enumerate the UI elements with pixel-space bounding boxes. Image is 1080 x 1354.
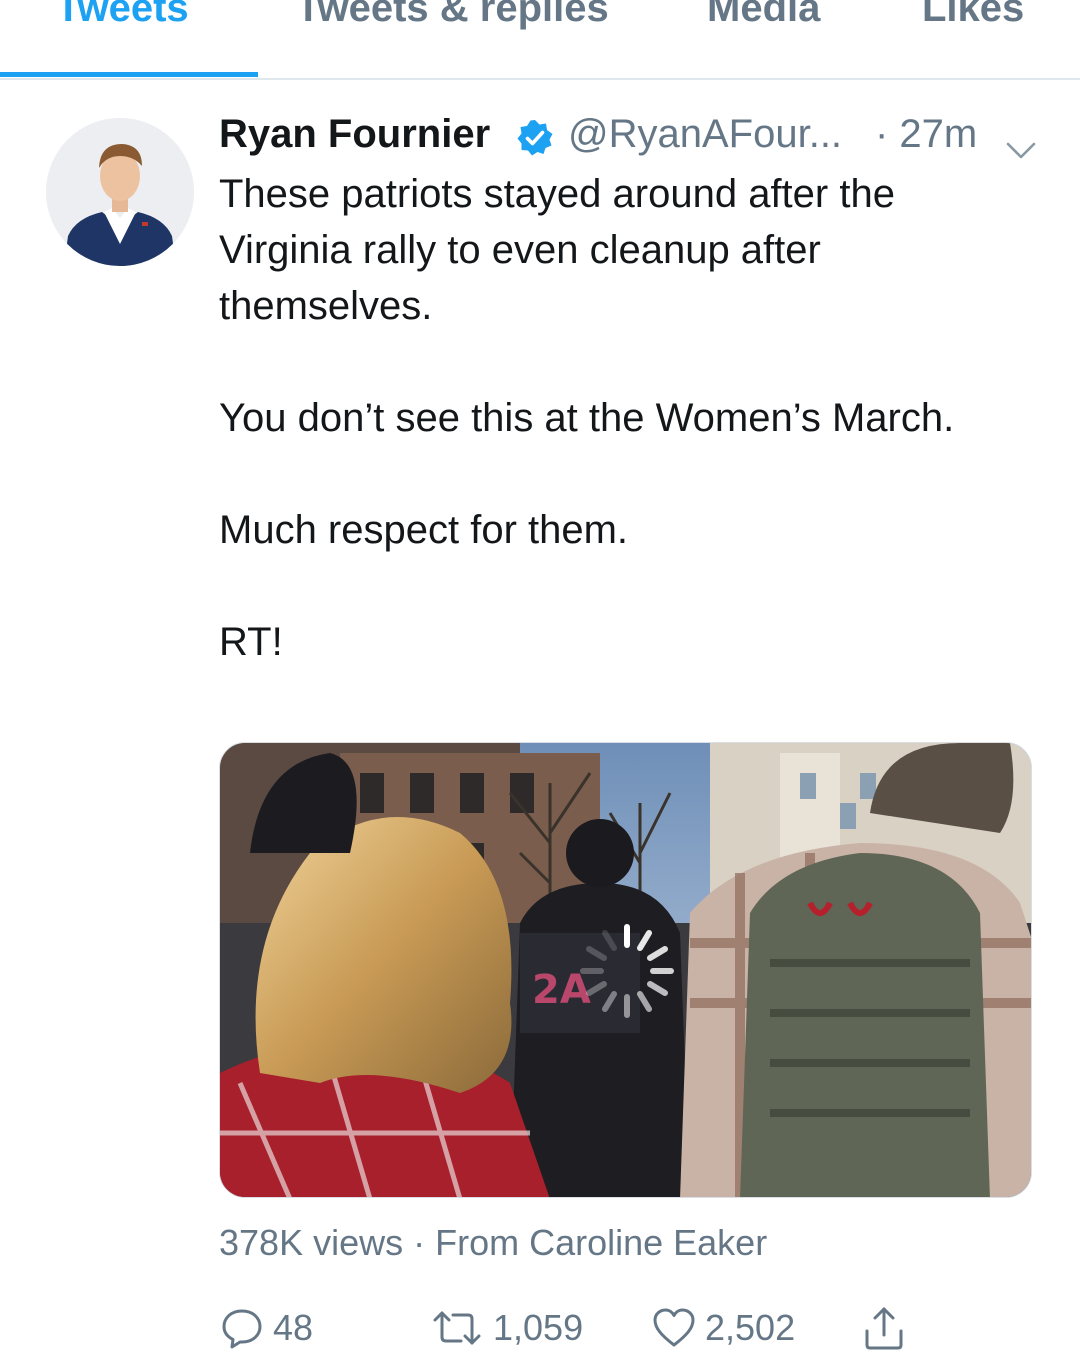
like-count: 2,502 <box>705 1307 796 1348</box>
retweet-count: 1,059 <box>493 1307 584 1348</box>
reply-icon <box>222 1309 262 1349</box>
tweet-paragraph: You don’t see this at the Women’s March. <box>219 396 955 440</box>
active-tab-indicator <box>0 72 258 77</box>
reply-count: 48 <box>273 1307 314 1348</box>
tab-tweets-and-replies[interactable]: Tweets & replies <box>296 0 609 31</box>
tweet-paragraph: Much respect for them. <box>219 508 629 552</box>
verified-badge-icon <box>515 118 555 168</box>
reply-button[interactable]: 48 <box>219 1302 313 1354</box>
tab-media[interactable]: Media <box>707 0 820 31</box>
retweet-button[interactable]: 1,059 <box>429 1302 583 1354</box>
tweet-text: These patriots stayed around after the V… <box>219 166 1019 670</box>
share-button[interactable] <box>859 1302 917 1354</box>
like-button[interactable]: 2,502 <box>651 1302 795 1354</box>
tweet-video[interactable]: 2A <box>219 742 1032 1198</box>
tweet-timestamp[interactable]: · 27m <box>875 112 977 157</box>
tweet-paragraph: These patriots stayed around after the V… <box>219 172 895 328</box>
tab-tweets[interactable]: Tweets <box>56 0 189 31</box>
share-icon <box>865 1307 903 1350</box>
heart-icon <box>653 1308 695 1347</box>
tab-likes[interactable]: Likes <box>922 0 1024 31</box>
video-meta: 378K views · From Caroline Eaker <box>219 1222 768 1263</box>
loading-spinner-icon <box>580 924 674 1018</box>
chevron-down-icon[interactable] <box>1005 126 1037 171</box>
tweet-header: Ryan Fournier @RyanAFour... · 27m <box>219 112 1049 164</box>
avatar-image <box>46 118 194 266</box>
avatar[interactable] <box>46 118 194 266</box>
retweet-icon <box>433 1311 481 1345</box>
tweet-paragraph: RT! <box>219 620 283 664</box>
tweet-action-bar: 48 1,059 2,502 <box>219 1302 1039 1354</box>
display-name[interactable]: Ryan Fournier <box>219 112 490 157</box>
profile-tab-bar: Tweets Tweets & replies Media Likes <box>0 0 1080 80</box>
user-handle[interactable]: @RyanAFour... <box>568 112 842 157</box>
